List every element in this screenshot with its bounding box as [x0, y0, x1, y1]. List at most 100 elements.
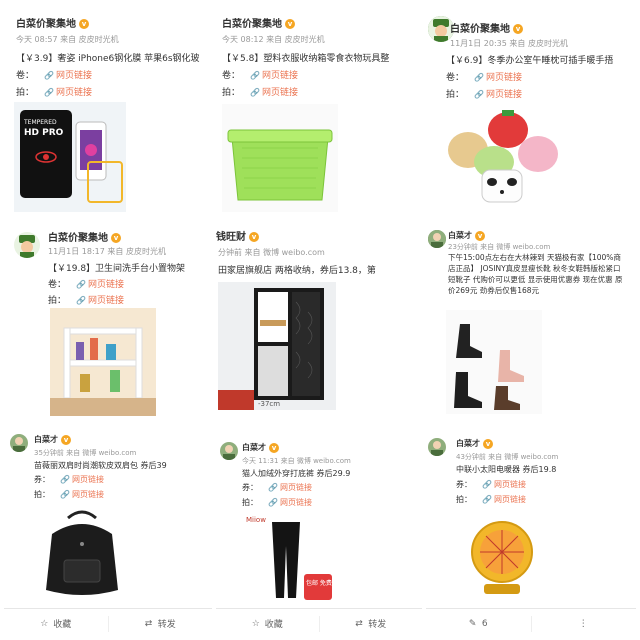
buy-link-row: 拍： 🔗 网页链接 — [242, 498, 312, 507]
image-caption: -37cm — [258, 400, 280, 408]
screenshot-collage: 白菜价聚集地 v 今天 08:57 来自 皮皮时光机 【￥3.9】奢姿 iPhon… — [0, 0, 640, 640]
more-button[interactable]: ⋮ — [532, 616, 637, 632]
post-card: 白菜才 v 35分钟前 来自 微博 weibo.com 苗薇丽双肩时尚潮软皮双肩包… — [4, 428, 212, 608]
post-card: 白菜才 v 43分钟前 来自 微博 weibo.com 中联小太阳电暖器 券后19… — [426, 428, 636, 608]
coupon-link-row: 卷： 🔗 网页链接 — [16, 71, 92, 81]
buy-link[interactable]: 网页链接 — [280, 498, 312, 507]
avatar[interactable] — [14, 232, 40, 258]
post-meta: 11月1日 18:17 来自 皮皮时光机 — [48, 247, 166, 256]
post-meta: 43分钟前 来自 微博 weibo.com — [456, 453, 559, 461]
post-text: 下午15:00点左右在大林辣到 天猫极有家【100%商店正品】 JOSINY真皮… — [448, 253, 623, 295]
post-text: 田家居旗舰店 两格收纳，券后13.8，第 — [218, 266, 376, 276]
boots-illustration — [446, 310, 542, 414]
product-image[interactable] — [456, 510, 548, 602]
post-meta: 11月1日 20:35 来自 皮皮时光机 — [450, 39, 568, 48]
link-icon: 🔗 — [482, 480, 492, 489]
backpack-illustration — [34, 504, 130, 602]
link-icon: 🔗 — [268, 483, 278, 492]
buy-link[interactable]: 网页链接 — [494, 495, 526, 504]
coupon-link[interactable]: 网页链接 — [88, 280, 124, 290]
buy-link-row: 拍： 🔗 网页链接 — [48, 296, 124, 306]
product-image[interactable] — [222, 104, 338, 212]
svg-text:Miiow: Miiow — [246, 516, 266, 524]
link-icon: 🔗 — [44, 71, 54, 80]
post-meta: 今天 08:12 来自 皮皮时光机 — [222, 35, 325, 44]
post-card: 白菜才 v 今天 11:31 来自 微博 weibo.com 猫人加绒外穿打底裤 … — [216, 428, 422, 608]
product-image[interactable]: Miiow 包邮 免费赠送 — [242, 512, 334, 604]
verified-icon: v — [483, 438, 493, 449]
collect-button[interactable]: ☆ 收藏 — [4, 615, 109, 632]
post-action-bar: ☆ 收藏 ⇄ 转发 — [216, 608, 422, 638]
link-icon: 🔗 — [60, 475, 70, 484]
post-author[interactable]: 白菜价聚集地 v — [16, 15, 89, 30]
storage-box-illustration — [222, 104, 338, 212]
post-card: 白菜价聚集地 v 11月1日 20:35 来自 皮皮时光机 【￥6.9】冬季办公室… — [426, 4, 636, 216]
avatar-photo-icon — [428, 438, 446, 456]
comment-button[interactable]: ✎ 6 — [426, 615, 532, 632]
buy-link-row: 拍： 🔗 网页链接 — [456, 495, 526, 504]
cube-storage-illustration: -37cm — [218, 282, 336, 410]
avatar[interactable] — [428, 230, 446, 248]
coupon-link-row: 卷： 🔗 网页链接 — [446, 73, 522, 83]
product-image[interactable] — [446, 104, 560, 210]
product-image[interactable] — [50, 308, 156, 416]
post-author[interactable]: 钱旺财 v — [216, 228, 259, 243]
comment-icon: ✎ — [468, 618, 477, 629]
post-card: 白菜价聚集地 v 今天 08:12 来自 皮皮时光机 【￥5.8】塑料衣服收纳箱零… — [216, 4, 422, 216]
coupon-link-row: 券： 🔗 网页链接 — [34, 475, 104, 484]
post-author[interactable]: 白菜价聚集地 v — [48, 229, 121, 244]
post-author[interactable]: 白菜才 v — [34, 434, 71, 445]
post-text: 猫人加绒外穿打底裤 券后29.9 — [242, 469, 351, 478]
link-icon: 🔗 — [482, 495, 492, 504]
coupon-link[interactable]: 网页链接 — [280, 483, 312, 492]
post-card: 钱旺财 v 分钟前 来自 微博 weibo.com 田家居旗舰店 两格收纳，券后1… — [216, 220, 422, 424]
coupon-link[interactable]: 网页链接 — [494, 480, 526, 489]
buy-link-row: 拍： 🔗 网页链接 — [446, 90, 522, 100]
link-icon: 🔗 — [250, 71, 260, 80]
post-meta: 23分钟前 来自 微博 weibo.com — [448, 243, 551, 251]
repost-button[interactable]: ⇄ 转发 — [109, 616, 213, 632]
coupon-link[interactable]: 网页链接 — [72, 475, 104, 484]
post-author[interactable]: 白菜才 v — [242, 442, 279, 453]
link-icon: 🔗 — [60, 490, 70, 499]
repost-icon: ⇄ — [355, 618, 363, 629]
avatar[interactable] — [10, 434, 28, 452]
buy-link[interactable]: 网页链接 — [72, 490, 104, 499]
star-icon: ☆ — [251, 618, 260, 629]
repost-button[interactable]: ⇄ 转发 — [320, 616, 423, 632]
product-image[interactable] — [34, 504, 130, 602]
post-text: 【￥6.9】冬季办公室午睡枕可插手暖手捂 — [446, 56, 614, 66]
post-author[interactable]: 白菜价聚集地 v — [450, 20, 523, 35]
buy-link[interactable]: 网页链接 — [56, 88, 92, 98]
post-meta: 今天 11:31 来自 微博 weibo.com — [242, 457, 351, 465]
buy-link[interactable]: 网页链接 — [486, 90, 522, 100]
buy-link[interactable]: 网页链接 — [88, 296, 124, 306]
link-icon: 🔗 — [250, 88, 260, 97]
product-image[interactable] — [446, 310, 542, 414]
post-author[interactable]: 白菜价聚集地 v — [222, 15, 295, 30]
coupon-link[interactable]: 网页链接 — [56, 71, 92, 81]
buy-link-row: 拍： 🔗 网页链接 — [16, 88, 92, 98]
heater-illustration — [456, 510, 548, 602]
coupon-link[interactable]: 网页链接 — [486, 73, 522, 83]
coupon-link-row: 卷： 🔗 网页链接 — [48, 280, 124, 290]
product-image[interactable]: TEMPERED HD PRO — [14, 102, 126, 212]
collect-button[interactable]: ☆ 收藏 — [216, 615, 320, 632]
link-icon: 🔗 — [76, 296, 86, 305]
link-icon: 🔗 — [44, 88, 54, 97]
product-image[interactable]: -37cm — [218, 282, 336, 410]
coupon-link-row: 券： 🔗 网页链接 — [242, 483, 312, 492]
coupon-link-row: 券： 🔗 网页链接 — [456, 480, 526, 489]
post-author[interactable]: 白菜才 v — [448, 230, 485, 241]
post-text: 苗薇丽双肩时尚潮软皮双肩包 券后39 — [34, 461, 167, 470]
avatar[interactable] — [220, 442, 238, 460]
buy-link[interactable]: 网页链接 — [262, 88, 298, 98]
avatar-photo-icon — [10, 434, 28, 452]
plush-pillows-illustration — [446, 104, 560, 210]
buy-link-row: 拍： 🔗 网页链接 — [34, 490, 104, 499]
link-icon: 🔗 — [76, 280, 86, 289]
post-author[interactable]: 白菜才 v — [456, 438, 493, 449]
buy-link-row: 拍： 🔗 网页链接 — [222, 88, 298, 98]
avatar[interactable] — [428, 438, 446, 456]
coupon-link[interactable]: 网页链接 — [262, 71, 298, 81]
